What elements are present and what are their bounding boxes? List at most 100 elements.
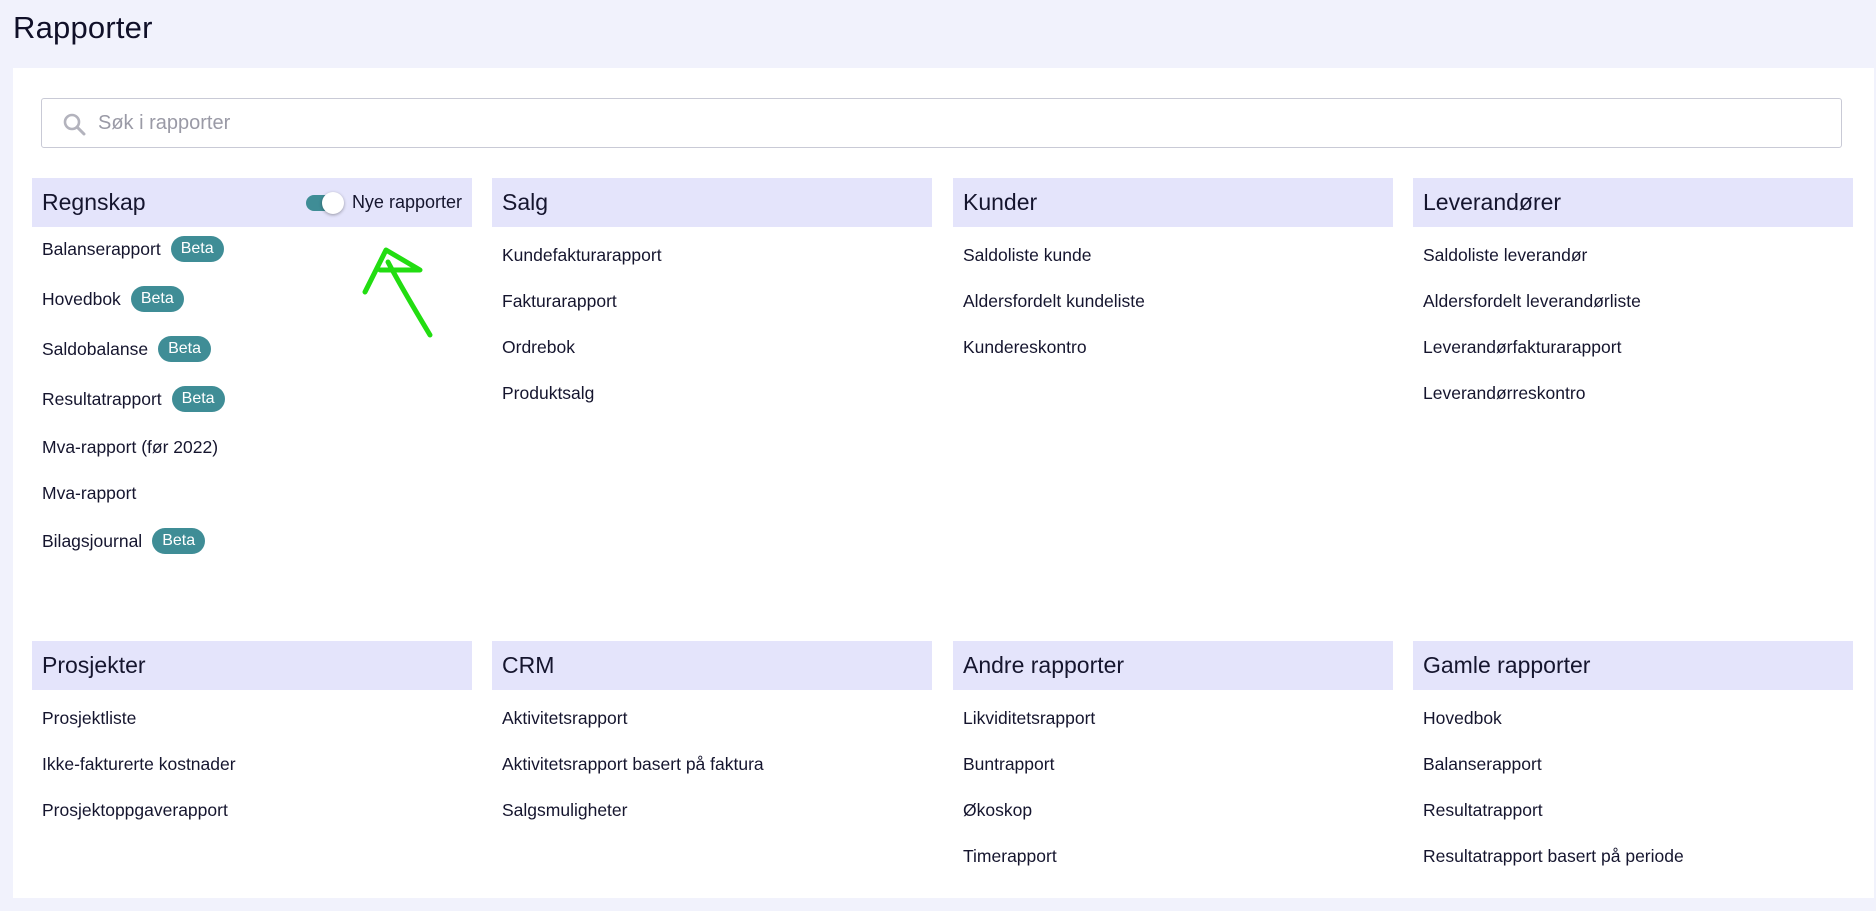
- report-label: Balanserapport: [1423, 753, 1542, 774]
- report-label: Fakturarapport: [502, 290, 617, 311]
- report-link[interactable]: Fakturarapport: [492, 286, 617, 316]
- card-header-prosjekter: Prosjekter: [32, 641, 472, 690]
- report-link[interactable]: Saldoliste leverandør: [1413, 240, 1587, 270]
- report-label: Saldoliste kunde: [963, 244, 1092, 265]
- card-title: Salg: [502, 189, 549, 215]
- report-link[interactable]: Resultatrapport basert på periode: [1413, 841, 1684, 871]
- toggle-knob: [321, 191, 344, 214]
- report-label: Mva-rapport: [42, 482, 137, 503]
- report-label: Ikke-fakturerte kostnader: [42, 753, 236, 774]
- report-link[interactable]: Aldersfordelt kundeliste: [953, 286, 1145, 316]
- report-label: Saldoliste leverandør: [1423, 244, 1588, 265]
- report-label: Prosjektoppgaverapport: [42, 799, 228, 820]
- report-label: Buntrapport: [963, 753, 1055, 774]
- report-label: Leverandørfakturarapport: [1423, 336, 1622, 357]
- card-title: Regnskap: [42, 189, 146, 215]
- report-link[interactable]: Salgsmuligheter: [492, 795, 627, 825]
- report-link-mva-rapport[interactable]: Mva-rapport: [32, 478, 136, 508]
- report-link[interactable]: Kundereskontro: [953, 332, 1087, 362]
- report-link[interactable]: Ordrebok: [492, 332, 575, 362]
- report-label: Kundefakturarapport: [502, 244, 662, 265]
- toggle-switch[interactable]: [305, 191, 344, 214]
- card-leverandorer: Leverandører Saldoliste leverandør Alder…: [1413, 178, 1853, 428]
- card-crm: CRM Aktivitetsrapport Aktivitetsrapport …: [492, 641, 932, 881]
- card-title: CRM: [502, 652, 555, 678]
- report-label: Balanserapport: [42, 238, 161, 259]
- report-link[interactable]: Timerapport: [953, 841, 1057, 871]
- report-label: Mva-rapport (før 2022): [42, 436, 219, 457]
- report-link[interactable]: Aktivitetsrapport: [492, 703, 627, 733]
- report-link-resultatrapport[interactable]: Resultatrapport Beta: [32, 384, 225, 414]
- report-label: Aldersfordelt kundeliste: [963, 290, 1145, 311]
- page-title: Rapporter: [13, 10, 153, 45]
- report-link[interactable]: Økoskop: [953, 795, 1032, 825]
- card-gamle-rapporter: Gamle rapporter Hovedbok Balanserapport …: [1413, 641, 1853, 881]
- beta-badge: Beta: [170, 236, 224, 262]
- report-label: Likviditetsrapport: [963, 707, 1096, 728]
- card-title: Leverandører: [1423, 189, 1562, 215]
- card-salg: Salg Kundefakturarapport Fakturarapport …: [492, 178, 932, 428]
- card-title: Gamle rapporter: [1423, 652, 1591, 678]
- report-label: Aktivitetsrapport basert på faktura: [502, 753, 764, 774]
- report-link[interactable]: Kundefakturarapport: [492, 240, 662, 270]
- report-link[interactable]: Ikke-fakturerte kostnader: [32, 749, 236, 779]
- card-header-leverandorer: Leverandører: [1413, 178, 1853, 227]
- reports-panel: Regnskap Nye rapporter Balanserapport Be…: [13, 68, 1874, 898]
- card-andre-rapporter: Andre rapporter Likviditetsrapport Buntr…: [953, 641, 1393, 881]
- report-link[interactable]: Leverandørreskontro: [1413, 378, 1585, 408]
- report-link[interactable]: Aldersfordelt leverandørliste: [1413, 286, 1641, 316]
- report-label: Leverandørreskontro: [1423, 382, 1586, 403]
- card-header-andre: Andre rapporter: [953, 641, 1393, 690]
- report-link[interactable]: Leverandørfakturarapport: [1413, 332, 1621, 362]
- report-link[interactable]: Saldoliste kunde: [953, 240, 1091, 270]
- card-header-salg: Salg: [492, 178, 932, 227]
- report-label: Salgsmuligheter: [502, 799, 628, 820]
- search-input[interactable]: [98, 99, 1798, 147]
- card-header-regnskap: Regnskap Nye rapporter: [32, 178, 472, 227]
- report-link[interactable]: Prosjektliste: [32, 703, 136, 733]
- report-link[interactable]: Prosjektoppgaverapport: [32, 795, 228, 825]
- beta-badge: Beta: [158, 336, 211, 362]
- report-link[interactable]: Buntrapport: [953, 749, 1054, 779]
- card-title: Kunder: [963, 189, 1038, 215]
- report-label: Ordrebok: [502, 336, 575, 357]
- report-label: Økoskop: [963, 799, 1033, 820]
- report-link-saldobalanse[interactable]: Saldobalanse Beta: [32, 334, 211, 364]
- report-label: Produktsalg: [502, 382, 595, 403]
- report-link-balanserapport[interactable]: Balanserapport Beta: [32, 234, 224, 264]
- report-label: Resultatrapport basert på periode: [1423, 845, 1684, 866]
- report-link-mva-rapport-for-2022[interactable]: Mva-rapport (før 2022): [32, 432, 218, 462]
- new-reports-toggle[interactable]: Nye rapporter: [305, 191, 462, 214]
- report-label: Aldersfordelt leverandørliste: [1423, 290, 1641, 311]
- report-link[interactable]: Aktivitetsrapport basert på faktura: [492, 749, 764, 779]
- report-link[interactable]: Resultatrapport: [1413, 795, 1543, 825]
- report-link-bilagsjournal[interactable]: Bilagsjournal Beta: [32, 526, 206, 556]
- card-title: Andre rapporter: [963, 652, 1125, 678]
- report-label: Bilagsjournal: [42, 530, 143, 551]
- report-link-hovedbok[interactable]: Hovedbok Beta: [32, 284, 184, 314]
- search-icon: [63, 113, 86, 136]
- report-link[interactable]: Produktsalg: [492, 378, 594, 408]
- card-regnskap: Regnskap Nye rapporter Balanserapport Be…: [32, 178, 472, 578]
- card-kunder: Kunder Saldoliste kunde Aldersfordelt ku…: [953, 178, 1393, 428]
- beta-badge: Beta: [171, 386, 225, 412]
- report-link[interactable]: Balanserapport: [1413, 749, 1542, 779]
- card-header-gamle: Gamle rapporter: [1413, 641, 1853, 690]
- report-link[interactable]: Hovedbok: [1413, 703, 1502, 733]
- report-label: Saldobalanse: [42, 338, 149, 359]
- card-header-kunder: Kunder: [953, 178, 1393, 227]
- search-box[interactable]: [41, 98, 1842, 148]
- report-label: Resultatrapport: [1423, 799, 1543, 820]
- report-label: Kundereskontro: [963, 336, 1087, 357]
- report-label: Prosjektliste: [42, 707, 137, 728]
- report-label: Hovedbok: [42, 288, 121, 309]
- report-label: Timerapport: [963, 845, 1057, 866]
- beta-badge: Beta: [130, 286, 184, 312]
- toggle-label: Nye rapporter: [351, 192, 462, 212]
- report-label: Resultatrapport: [42, 388, 162, 409]
- annotation-arrow-icon: [362, 247, 433, 338]
- report-label: Hovedbok: [1423, 707, 1502, 728]
- report-label: Aktivitetsrapport: [502, 707, 628, 728]
- card-prosjekter: Prosjekter Prosjektliste Ikke-fakturerte…: [32, 641, 472, 881]
- report-link[interactable]: Likviditetsrapport: [953, 703, 1095, 733]
